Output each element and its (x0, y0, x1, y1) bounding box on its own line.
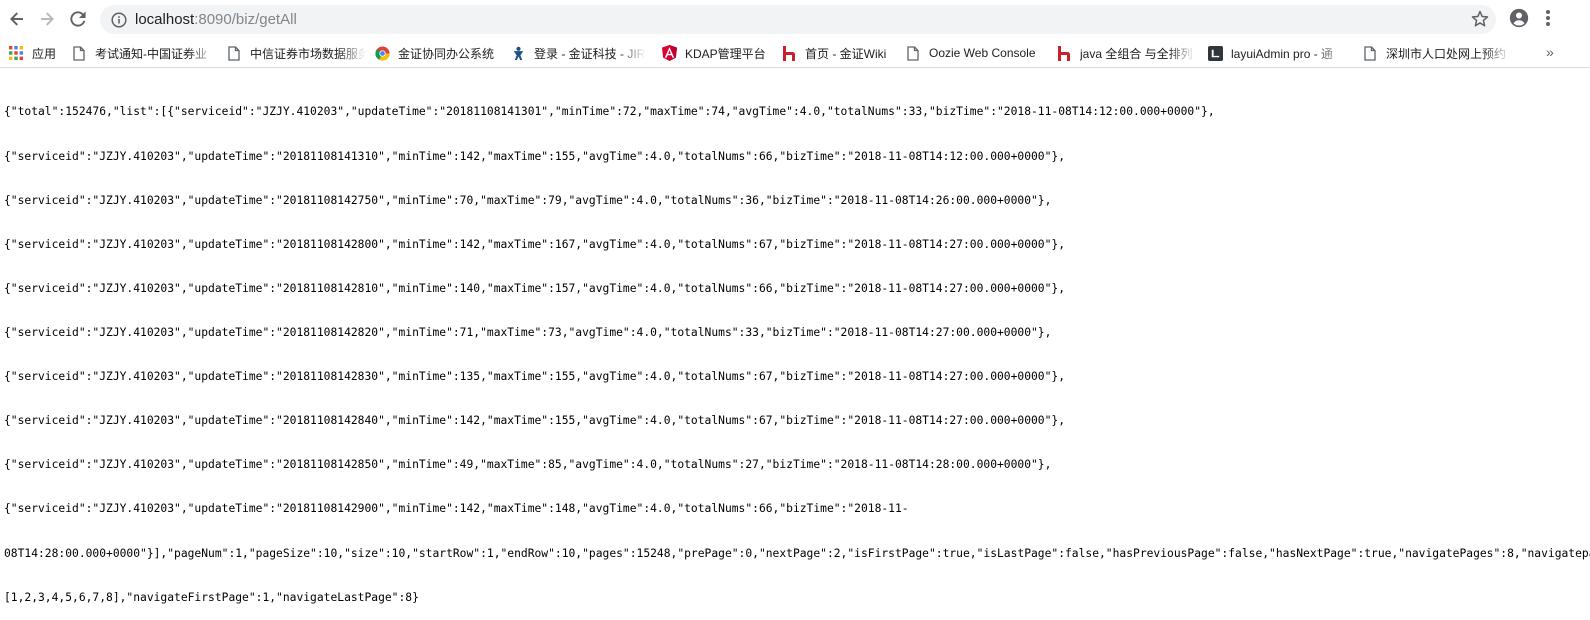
address-bar[interactable]: localhost:8090/biz/getAll (100, 5, 1496, 34)
json-line: {"serviceid":"JZJY.410203","updateTime":… (4, 414, 1066, 428)
menu-icon[interactable] (1545, 9, 1551, 27)
apps-icon (8, 45, 24, 61)
json-line: 08T14:28:00.000+0000"}],"pageNum":1,"pag… (4, 546, 1590, 560)
page-icon (905, 45, 921, 61)
bookmark-label: 考试通知-中国证券业 (95, 46, 207, 61)
page-icon (226, 45, 242, 61)
info-icon[interactable] (111, 12, 127, 28)
chrome-favicon-icon (374, 45, 390, 61)
browser-toolbar: localhost:8090/biz/getAll (0, 0, 1590, 38)
bookmark-label: 中信证券市场数据服务 (250, 46, 366, 61)
reload-button[interactable] (66, 7, 90, 31)
bookmark-label: 应用 (32, 46, 57, 61)
forward-button[interactable] (35, 7, 59, 31)
json-line: {"serviceid":"JZJY.410203","updateTime":… (4, 237, 1066, 251)
bookmark-item[interactable]: 金证协同办公系统 (374, 43, 502, 63)
page-icon (71, 45, 87, 61)
bookmark-label: 金证协同办公系统 (398, 46, 495, 61)
reload-icon (70, 11, 86, 27)
bookmark-label: 首页 - 金证Wiki (805, 46, 887, 61)
star-icon[interactable] (1471, 10, 1489, 28)
json-line: [1,2,3,4,5,6,7,8],"navigateFirstPage":1,… (4, 590, 419, 604)
url-path: :8090/biz/getAll (194, 11, 297, 28)
account-icon[interactable] (1509, 8, 1529, 28)
bookmarks-overflow-button[interactable]: » (1546, 44, 1554, 60)
bookmark-apps[interactable]: 应用 (8, 43, 66, 63)
forward-arrow-icon (41, 12, 54, 26)
h-favicon-icon (1056, 45, 1072, 61)
json-line: {"total":152476,"list":[{"serviceid":"JZ… (4, 105, 1215, 119)
bookmark-label: 深圳市人口处网上预约 (1386, 46, 1507, 61)
bookmark-label: java 全组合 与全排列 (1080, 46, 1193, 61)
bookmark-label: 登录 - 金证科技 - JIR (534, 46, 646, 61)
bookmark-label: layuiAdmin pro - 通 (1231, 46, 1334, 61)
jira-icon (510, 45, 526, 61)
angular-icon (661, 45, 677, 61)
bookmark-item[interactable]: 登录 - 金证科技 - JIR (510, 43, 646, 63)
json-line: {"serviceid":"JZJY.410203","updateTime":… (4, 370, 1066, 384)
layui-icon (1207, 45, 1223, 61)
json-response-body: {"total":152476,"list":[{"serviceid":"JZ… (4, 76, 1590, 620)
json-line: {"serviceid":"JZJY.410203","updateTime":… (4, 193, 1052, 207)
h-favicon-icon (781, 45, 797, 61)
url-host: localhost (135, 11, 195, 28)
back-button[interactable] (5, 7, 29, 31)
back-arrow-icon (10, 12, 23, 26)
bookmark-label: KDAP管理平台 (685, 46, 766, 61)
url-text[interactable]: localhost:8090/biz/getAll (135, 10, 297, 29)
bookmark-item[interactable]: layuiAdmin pro - 通 (1207, 43, 1343, 63)
bookmark-item[interactable]: KDAP管理平台 (661, 43, 773, 63)
bookmark-item[interactable]: Oozie Web Console (905, 43, 1045, 63)
json-line: {"serviceid":"JZJY.410203","updateTime":… (4, 458, 1052, 472)
bookmarks-bar: 应用 考试通知-中国证券业 中信证券市场数据服务 金证协同办公系统 登录 - 金… (0, 38, 1590, 68)
bookmark-item[interactable]: 中信证券市场数据服务 (226, 43, 366, 63)
json-line: {"serviceid":"JZJY.410203","updateTime":… (4, 325, 1052, 339)
json-line: {"serviceid":"JZJY.410203","updateTime":… (4, 149, 1066, 163)
json-line: {"serviceid":"JZJY.410203","updateTime":… (4, 281, 1066, 295)
bookmark-item[interactable]: 考试通知-中国证券业 (71, 43, 217, 63)
page-icon (1362, 45, 1378, 61)
json-line: {"serviceid":"JZJY.410203","updateTime":… (4, 502, 909, 516)
bookmark-item[interactable]: java 全组合 与全排列 (1056, 43, 1196, 63)
bookmark-label: Oozie Web Console (929, 46, 1036, 60)
bookmark-item[interactable]: 首页 - 金证Wiki (781, 43, 895, 63)
bookmark-item[interactable]: 深圳市人口处网上预约 (1362, 43, 1512, 63)
